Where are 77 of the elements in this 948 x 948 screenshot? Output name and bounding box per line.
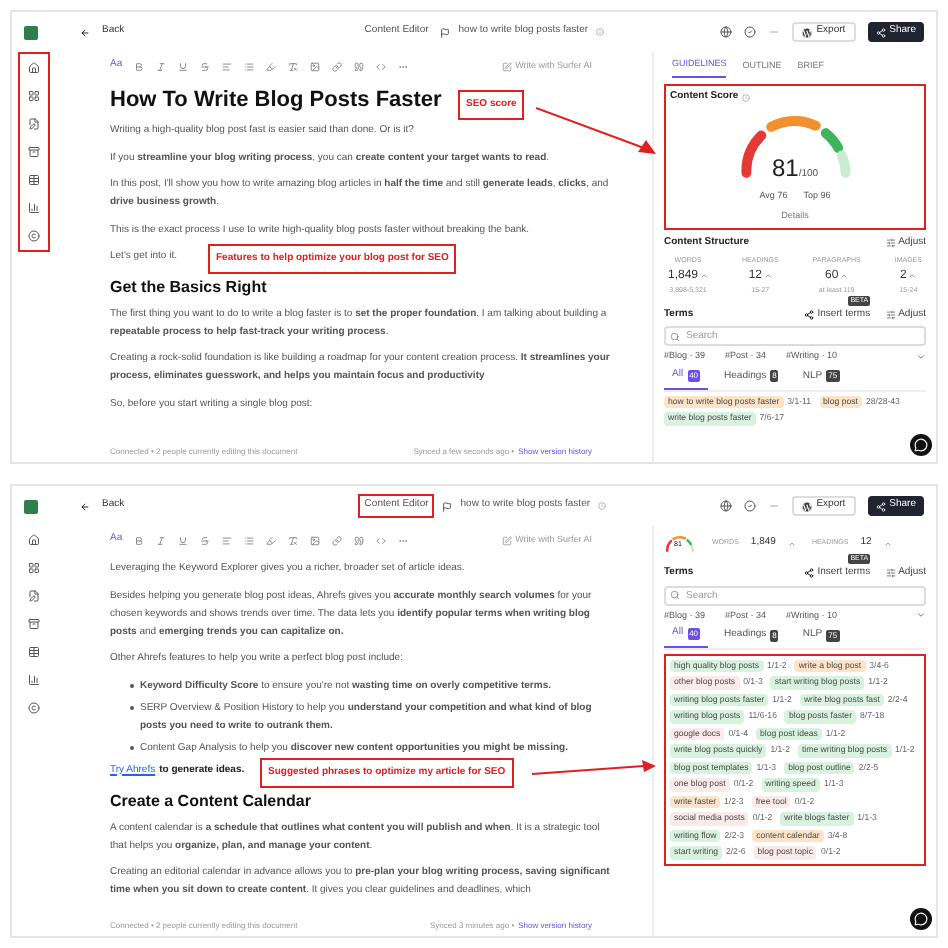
strikethrough-icon[interactable] xyxy=(200,61,211,71)
grid-icon[interactable] xyxy=(28,562,40,574)
chevron-down-icon[interactable] xyxy=(916,352,926,363)
home-icon[interactable] xyxy=(28,62,40,74)
flag-icon xyxy=(440,27,451,37)
share-icon xyxy=(803,568,814,579)
flag-icon xyxy=(442,501,453,511)
info-icon xyxy=(596,28,605,36)
share-icon xyxy=(875,27,886,37)
link-icon[interactable] xyxy=(332,61,343,71)
link-icon[interactable] xyxy=(332,535,343,545)
underline-icon[interactable] xyxy=(178,61,189,71)
back-arrow-icon[interactable] xyxy=(80,27,90,37)
score-gauge-icon xyxy=(664,534,696,552)
chat-button[interactable] xyxy=(910,434,932,456)
italic-icon[interactable] xyxy=(156,61,167,71)
copyright-icon[interactable] xyxy=(28,702,40,714)
app-logo[interactable] xyxy=(24,499,38,513)
grid-icon[interactable] xyxy=(28,90,40,102)
align-icon[interactable] xyxy=(222,535,233,545)
image-icon[interactable] xyxy=(310,535,321,545)
italic-icon[interactable] xyxy=(156,535,167,545)
edit-icon xyxy=(501,535,512,545)
code-icon[interactable] xyxy=(376,535,387,545)
info-icon xyxy=(598,502,607,510)
list-icon[interactable] xyxy=(244,535,255,545)
copyright-icon[interactable] xyxy=(28,230,40,242)
quote-icon[interactable] xyxy=(354,61,365,71)
sliders-icon xyxy=(886,238,897,248)
check-circle-icon[interactable] xyxy=(744,26,757,38)
globe-icon[interactable] xyxy=(720,500,733,512)
edit-icon xyxy=(501,61,512,71)
home-icon[interactable] xyxy=(28,534,40,546)
highlighter-icon[interactable] xyxy=(266,535,277,545)
bold-icon[interactable] xyxy=(134,61,145,71)
chat-icon xyxy=(914,912,928,926)
edit-icon[interactable] xyxy=(28,590,40,602)
edit-icon[interactable] xyxy=(28,118,40,130)
strikethrough-icon[interactable] xyxy=(200,535,211,545)
bold-icon[interactable] xyxy=(134,535,145,545)
annotation-arrow xyxy=(532,760,656,776)
search-icon xyxy=(670,331,680,342)
score-value: 81 xyxy=(771,152,799,187)
archive-icon[interactable] xyxy=(28,146,40,158)
section-heading: Create a Content Calendar xyxy=(110,789,311,811)
chevron-down-icon[interactable] xyxy=(916,610,926,621)
highlighter-icon[interactable] xyxy=(266,61,277,71)
back-arrow-icon[interactable] xyxy=(80,501,90,511)
align-icon[interactable] xyxy=(222,61,233,71)
info-icon xyxy=(742,93,751,101)
sliders-icon xyxy=(886,568,897,579)
table-icon[interactable] xyxy=(28,174,40,186)
archive-icon[interactable] xyxy=(28,618,40,630)
share-icon xyxy=(803,310,814,320)
search-icon xyxy=(670,590,680,600)
section-heading: Get the Basics Right xyxy=(110,275,267,297)
chat-button[interactable] xyxy=(910,908,932,930)
article-title: How To Write Blog Posts Faster xyxy=(110,86,442,114)
bar-chart-icon[interactable] xyxy=(28,202,40,214)
clear-format-icon[interactable] xyxy=(288,535,299,545)
wordpress-icon xyxy=(802,27,813,37)
sliders-icon xyxy=(886,310,897,320)
check-circle-icon[interactable] xyxy=(744,500,757,512)
quote-icon[interactable] xyxy=(354,535,365,545)
wordpress-icon xyxy=(802,501,813,511)
globe-icon[interactable] xyxy=(720,26,733,38)
list-icon[interactable] xyxy=(244,61,255,71)
bar-chart-icon[interactable] xyxy=(28,674,40,686)
underline-icon[interactable] xyxy=(178,535,189,545)
share-icon xyxy=(875,501,886,511)
table-icon[interactable] xyxy=(28,646,40,658)
chat-icon xyxy=(914,438,928,452)
clear-format-icon[interactable] xyxy=(288,61,299,71)
app-logo[interactable] xyxy=(24,25,38,39)
image-icon[interactable] xyxy=(310,61,321,71)
code-icon[interactable] xyxy=(376,61,387,71)
annotation-arrow xyxy=(536,104,656,156)
